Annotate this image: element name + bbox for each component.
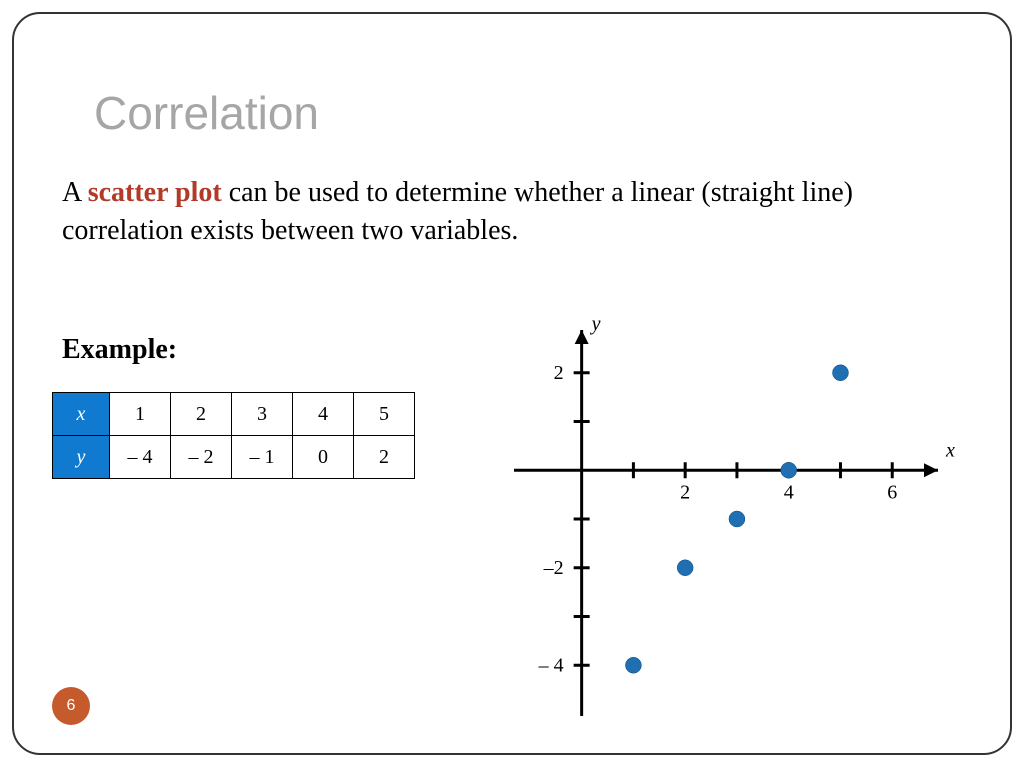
y-cell: – 1 — [232, 436, 293, 479]
svg-text:4: 4 — [784, 481, 794, 503]
y-cell: – 2 — [171, 436, 232, 479]
svg-text:2: 2 — [680, 481, 690, 503]
y-cell: – 4 — [110, 436, 171, 479]
page-number-badge: 6 — [52, 687, 90, 725]
x-cell: 2 — [171, 393, 232, 436]
slide-frame: Correlation A scatter plot can be used t… — [12, 12, 1012, 755]
x-cell: 5 — [354, 393, 415, 436]
table-row: y – 4 – 2 – 1 0 2 — [53, 436, 415, 479]
slide-title: Correlation — [94, 86, 319, 140]
body-keyword: scatter plot — [88, 177, 222, 208]
table-row: x 1 2 3 4 5 — [53, 393, 415, 436]
page-number: 6 — [67, 697, 76, 715]
scatter-chart: 2 4 6 – 4 –2 2 x y — [474, 304, 974, 734]
x-cell: 1 — [110, 393, 171, 436]
x-cell: 3 — [232, 393, 293, 436]
svg-text:6: 6 — [887, 481, 897, 503]
svg-text:– 4: – 4 — [538, 654, 564, 676]
svg-text:2: 2 — [554, 362, 564, 384]
y-header: y — [53, 436, 110, 479]
y-cell: 2 — [354, 436, 415, 479]
data-table: x 1 2 3 4 5 y – 4 – 2 – 1 0 2 — [52, 392, 415, 479]
x-cell: 4 — [293, 393, 354, 436]
svg-text:y: y — [590, 313, 601, 335]
body-pre: A — [62, 177, 88, 208]
example-label: Example: — [62, 334, 177, 366]
svg-text:x: x — [945, 439, 955, 461]
x-header: x — [53, 393, 110, 436]
y-cell: 0 — [293, 436, 354, 479]
body-text: A scatter plot can be used to determine … — [62, 174, 942, 250]
svg-text:–2: –2 — [543, 557, 564, 579]
